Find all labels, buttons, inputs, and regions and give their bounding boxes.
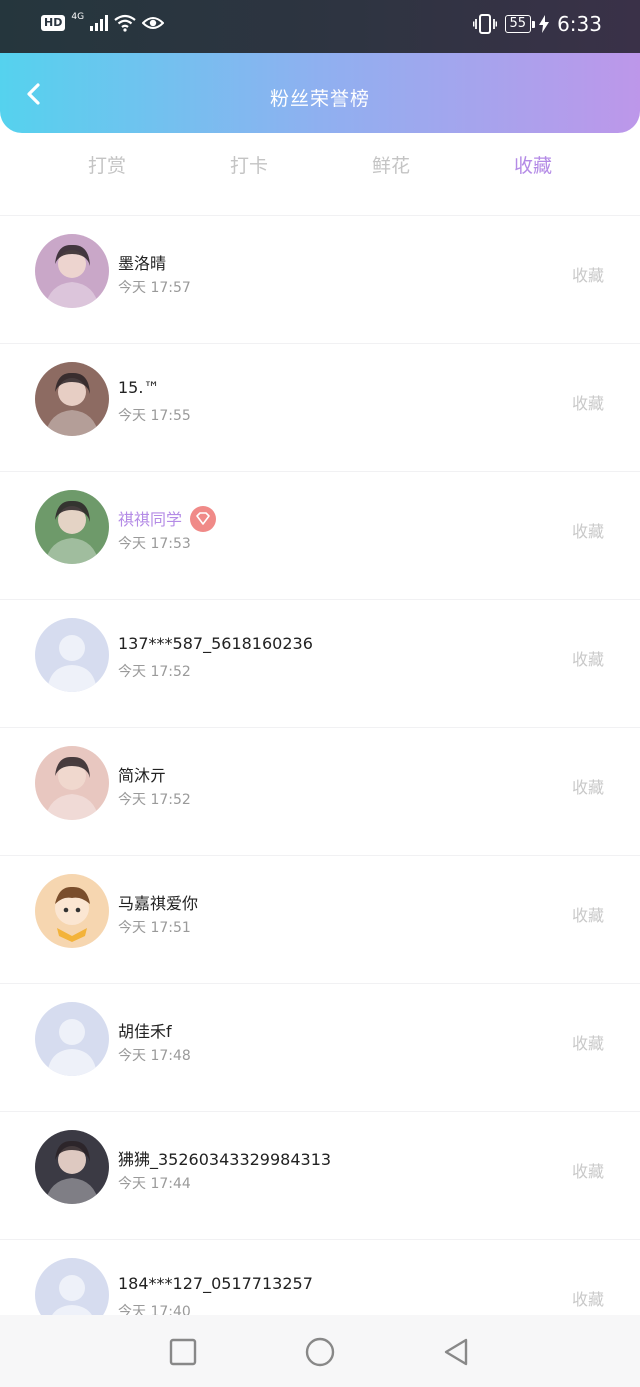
tab-flowers[interactable]: 鲜花 [331, 151, 451, 178]
user-name-text: 墨洛晴 [118, 254, 167, 273]
user-name: 简沐亓 [118, 762, 166, 786]
system-nav-bar [0, 1315, 640, 1387]
avatar[interactable] [35, 618, 109, 692]
charging-icon [539, 15, 550, 33]
favorite-label: 收藏 [571, 1034, 604, 1053]
battery-indicator: 55 [504, 15, 535, 33]
triangle-back-icon[interactable] [440, 1335, 474, 1369]
favorite-label: 收藏 [571, 522, 604, 541]
favorite-label: 收藏 [571, 778, 604, 797]
user-photo [35, 490, 109, 564]
wifi-icon [114, 14, 136, 32]
user-name-text: 137***587_5618160236 [118, 634, 313, 653]
hd-icon: HD [41, 15, 66, 31]
user-name: 狒狒_35260343329984313 [118, 1146, 331, 1170]
tab-reward[interactable]: 打赏 [47, 151, 167, 178]
user-photo [35, 234, 109, 308]
favorite-label: 收藏 [571, 650, 604, 669]
list-item[interactable]: 马嘉祺爱你今天 17:51 收藏 [0, 855, 640, 984]
avatar[interactable] [35, 1002, 109, 1076]
timestamp: 今天 17:48 [118, 1048, 191, 1064]
user-name-text: 184***127_0517713257 [118, 1274, 313, 1293]
favorite-label: 收藏 [571, 1290, 604, 1309]
favorite-label: 收藏 [571, 906, 604, 925]
user-name-text: 简沐亓 [118, 766, 167, 785]
list-item[interactable]: 狒狒_35260343329984313 今天 17:44 收藏 [0, 1111, 640, 1240]
square-icon[interactable] [166, 1335, 200, 1369]
user-name-text: 胡佳禾f [118, 1022, 172, 1041]
tab-favorites[interactable]: 收藏 [473, 151, 593, 178]
default-avatar-icon [35, 618, 109, 692]
page-title: 粉丝荣誉榜 [269, 88, 370, 110]
status-bar: HD 4G 55 6:33 [0, 0, 640, 53]
avatar[interactable] [35, 746, 109, 820]
user-name-text: 狒狒_35260343329984313 [118, 1150, 332, 1169]
user-photo [35, 362, 109, 436]
timestamp: 今天 17:44 [118, 1176, 191, 1192]
user-photo [35, 746, 109, 820]
user-name-text: 祺祺同学 [118, 510, 183, 529]
avatar[interactable] [35, 234, 109, 308]
user-name-text: 马嘉祺爱你 [118, 894, 199, 913]
timestamp: 今天 17:51 [118, 920, 191, 936]
timestamp: 今天 17:53 [118, 536, 191, 552]
list-item[interactable]: 胡佳禾f 今天 17:48 收藏 [0, 983, 640, 1112]
list-item[interactable]: 15.™ 今天 17:55 收藏 [0, 343, 640, 472]
tab-bar: 打赏 打卡 鲜花 收藏 [0, 133, 640, 215]
list-item[interactable]: 墨洛晴今天 17:57 收藏 [0, 215, 640, 344]
vibrate-icon [472, 14, 497, 34]
favorite-label: 收藏 [571, 266, 604, 285]
avatar[interactable] [35, 362, 109, 436]
user-name: 137***587_5618160236 [118, 634, 313, 653]
user-photo [35, 1130, 109, 1204]
user-name: 胡佳禾f [118, 1018, 172, 1042]
signal-icon [90, 15, 109, 31]
list-item[interactable]: 简沐亓今天 17:52 收藏 [0, 727, 640, 856]
clock: 6:33 [557, 12, 602, 36]
timestamp: 今天 17:52 [118, 664, 191, 680]
user-name: 祺祺同学 [118, 505, 217, 534]
network-type: 4G [71, 12, 85, 22]
user-name: 184***127_0517713257 [118, 1274, 313, 1293]
timestamp: 今天 17:52 [118, 792, 191, 808]
favorite-label: 收藏 [571, 394, 604, 413]
timestamp: 今天 17:57 [118, 280, 191, 296]
tab-checkin[interactable]: 打卡 [189, 151, 309, 178]
default-avatar-icon [35, 1002, 109, 1076]
cartoon-avatar-icon [35, 874, 109, 948]
avatar[interactable] [35, 874, 109, 948]
status-right: 55 6:33 [472, 12, 602, 36]
user-name: 墨洛晴 [118, 250, 166, 274]
timestamp: 今天 17:55 [118, 408, 191, 424]
diamond-icon [190, 505, 217, 532]
user-name: 15.™ [118, 378, 159, 397]
status-left: HD 4G [41, 12, 165, 32]
list-item[interactable]: 137***587_5618160236 今天 17:52 收藏 [0, 599, 640, 728]
user-name-text: 15.™ [118, 378, 160, 397]
user-name: 马嘉祺爱你 [118, 890, 198, 914]
avatar[interactable] [35, 1130, 109, 1204]
favorite-label: 收藏 [571, 1162, 604, 1181]
eye-icon [142, 17, 165, 29]
header-bar: 粉丝荣誉榜 [0, 53, 640, 133]
circle-icon[interactable] [303, 1335, 337, 1369]
avatar[interactable] [35, 490, 109, 564]
list-item[interactable]: 祺祺同学今天 17:53 收藏 [0, 471, 640, 600]
